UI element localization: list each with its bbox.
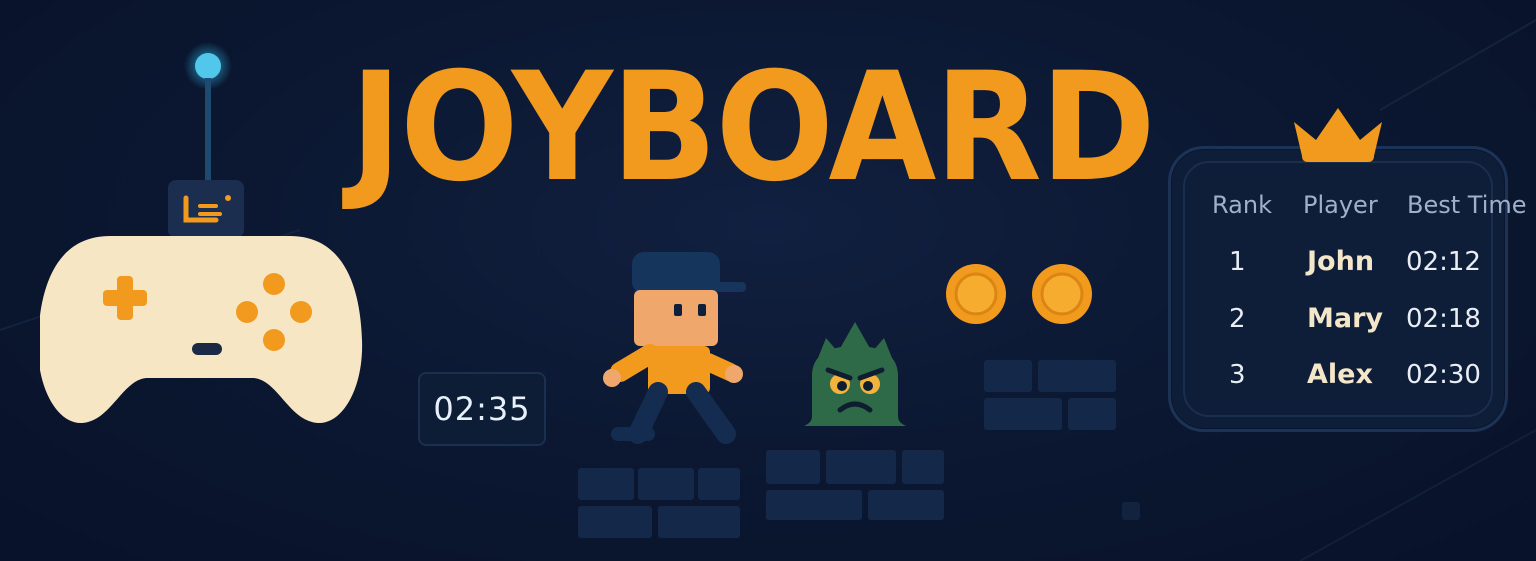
game-controller-icon <box>40 42 363 424</box>
row-3-rank: 3 <box>1229 360 1246 390</box>
coin-icon <box>1032 264 1092 324</box>
timer-display: 02:35 <box>418 372 546 446</box>
controller-body <box>40 236 363 424</box>
coin-icon <box>946 264 1006 324</box>
column-header-best-time: Best Time <box>1407 191 1527 219</box>
game-title: JOYBOARD <box>350 41 1156 215</box>
spiky-monster <box>804 322 906 426</box>
controller-connector <box>168 180 244 238</box>
column-header-rank: Rank <box>1212 191 1272 219</box>
face-button-bottom <box>263 329 285 351</box>
row-2-rank: 2 <box>1229 304 1246 334</box>
crown-icon <box>1294 108 1382 162</box>
game-title-screen: JOYBOARD 02:35 Rank Player Best Time 1 J… <box>0 0 1536 561</box>
brick-platform-right <box>984 360 1116 430</box>
face-button-top <box>263 273 285 295</box>
row-1-player: John <box>1307 246 1375 277</box>
column-header-player: Player <box>1303 191 1378 219</box>
row-2-time: 02:18 <box>1406 304 1481 334</box>
select-button-icon <box>192 343 222 355</box>
row-3-player: Alex <box>1307 359 1373 390</box>
brick-platform-left <box>578 468 740 538</box>
row-1-rank: 1 <box>1229 247 1246 277</box>
row-3-time: 02:30 <box>1406 360 1481 390</box>
brick-fragment <box>1122 502 1140 520</box>
face-button-right <box>290 301 312 323</box>
face-button-left <box>236 301 258 323</box>
brick-platform-middle <box>766 450 944 520</box>
row-2-player: Mary <box>1307 303 1384 334</box>
row-1-time: 02:12 <box>1406 247 1481 277</box>
antenna-light <box>195 53 221 79</box>
runner-character <box>603 252 746 444</box>
